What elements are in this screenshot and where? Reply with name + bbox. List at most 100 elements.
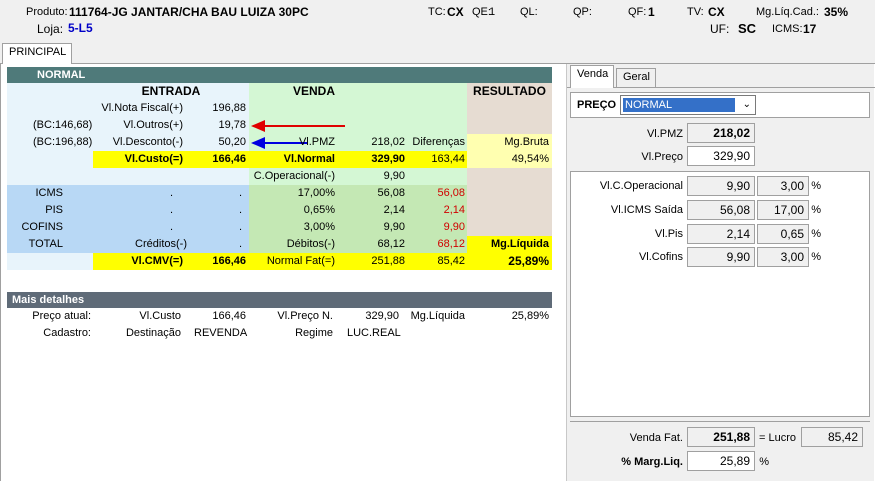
debitos-value: 68,12 [377,238,405,250]
mgliquida-label: Mg.Líquida [490,238,549,250]
pmz-field-label: Vl.PMZ [646,128,683,140]
mg-cad-label: Mg.Líq.Cad.: [756,6,819,18]
uf-value: SC [738,21,757,36]
outros-bc: (BC:146,68) [33,119,93,131]
cost-value[interactable]: 9,90 [687,176,755,196]
cost-unit: % [811,204,821,216]
pmz-label: Vl.PMZ [298,136,335,148]
icms-label: ICMS: [772,23,803,35]
det-mgliquida: Mg.Líquida [410,310,465,322]
tax-val: 56,08 [377,187,405,199]
cost-pct[interactable]: 0,65 [757,224,809,244]
tax-c1: . [169,187,173,199]
cost-pct[interactable]: 17,00 [757,200,809,220]
mg-cad-value: 35% [824,5,849,19]
cmv-blank [7,253,93,270]
det-vlpreco: Vl.Preço N. [277,310,333,322]
normal-fat-value: 251,88 [371,255,405,267]
cost-pct[interactable]: 3,00 [757,247,809,267]
cost-value[interactable]: 56,08 [687,200,755,220]
detalhes-bar: Mais detalhes [7,292,552,308]
venda-fat-field[interactable]: 251,88 [687,427,755,447]
normal-label: Vl.Normal [283,153,335,165]
desconto-label: Vl.Desconto(-) [112,136,183,148]
tax-name: PIS [45,204,63,216]
tax-pct: 0,65% [303,204,335,216]
cost-unit: % [811,251,821,263]
vpreco-field[interactable]: 329,90 [687,146,755,166]
creditos-label: Créditos(-) [135,238,187,250]
coperacional-value: 9,90 [383,170,405,182]
tax-red: 2,14 [443,204,465,216]
tax-red: 56,08 [437,187,465,199]
debitos-label: Débitos(-) [286,238,335,250]
cost-unit: % [811,228,821,240]
det-destinacao-value: REVENDA [194,327,248,339]
qe-value: 1 [489,6,496,18]
det-preco-atual: Preço atual: [32,310,91,322]
loja-value: 5-L5 [68,21,93,35]
mgbruta-value: 49,54% [511,153,549,165]
marg-liq-field[interactable]: 25,89 [687,451,755,471]
preco-box: PREÇO NORMAL ⌄ [570,92,870,118]
qf-label: QF: [628,6,647,18]
nota-value: 196,88 [212,102,246,114]
tv-value: CX [708,5,725,19]
cmv-value: 166,46 [212,255,246,267]
cmv-label: Vl.CMV(=) [131,255,183,267]
loja-label: Loja: [37,22,64,36]
entrada-title: ENTRADA [141,84,201,98]
outros-label: Vl.Outros(+) [123,119,183,131]
tax-red: 9,90 [443,221,465,233]
tax-val: 9,90 [383,221,405,233]
tc-label: TC: [428,6,446,18]
pmz-field[interactable]: 218,02 [687,123,755,143]
tax-val: 2,14 [383,204,405,216]
cmv-pct: 25,89% [508,254,549,268]
cost-label: Vl.C.Operacional [599,180,683,192]
tax-name: COFINS [21,221,63,233]
lucro-field[interactable]: 85,42 [801,427,863,447]
det-vlpreco-value: 329,90 [365,310,399,322]
cost-label: Vl.ICMS Saída [610,204,683,216]
cost-value[interactable]: 2,14 [687,224,755,244]
normal-value: 329,90 [371,153,405,165]
desconto-bc: (BC:196,88) [33,136,93,148]
tax-c1: . [169,204,173,216]
cost-label: Vl.Pis [654,228,683,240]
cost-value[interactable]: 9,90 [687,247,755,267]
venda-panel: Venda Geral PREÇO NORMAL ⌄ Vl.PMZ 218,02… [566,64,875,481]
normal-bar: NORMAL [7,67,552,83]
produto-label: Produto: [26,6,68,18]
det-vlcusto-value: 166,46 [212,310,246,322]
coperacional-label: C.Operacional(-) [253,170,335,182]
produto-value: 111764-JG JANTAR/CHA BAU LUIZA 30PC [69,5,309,19]
tab-geral[interactable]: Geral [616,68,656,87]
venda-fat-label: Venda Fat. [629,432,683,444]
vpreco-field-label: Vl.Preço [641,151,683,163]
tax-pct: 17,00% [297,187,335,199]
marg-liq-label: % Marg.Liq. [621,456,683,468]
lucro-label: = Lucro [759,432,796,444]
det-destinacao: Destinação [125,327,181,339]
preco-select[interactable]: NORMAL ⌄ [620,95,756,115]
custo-label: Vl.Custo(=) [124,153,183,165]
det-regime: Regime [295,327,333,339]
tax-c2: . [238,221,242,233]
custo-value: 166,46 [212,153,246,165]
diferencas-label: Diferenças [412,136,465,148]
cost-pct[interactable]: 3,00 [757,176,809,196]
total-label: TOTAL [28,238,63,250]
total-dot: . [238,238,242,250]
ql-label: QL: [520,6,538,18]
pricing-grid: NORMAL ENTRADA VENDA RESULTADO Vl.Nota F… [7,67,552,477]
pmz-value: 218,02 [371,136,405,148]
nota-label: Vl.Nota Fiscal(+) [101,102,183,114]
tab-principal[interactable]: PRINCIPAL [2,43,72,64]
qp-label: QP: [573,6,592,18]
det-mgliquida-value: 25,89% [511,310,549,322]
qf-value: 1 [648,5,655,19]
red-arrow-icon [251,120,345,132]
tab-venda[interactable]: Venda [570,65,614,88]
cost-label: Vl.Cofins [638,251,683,263]
